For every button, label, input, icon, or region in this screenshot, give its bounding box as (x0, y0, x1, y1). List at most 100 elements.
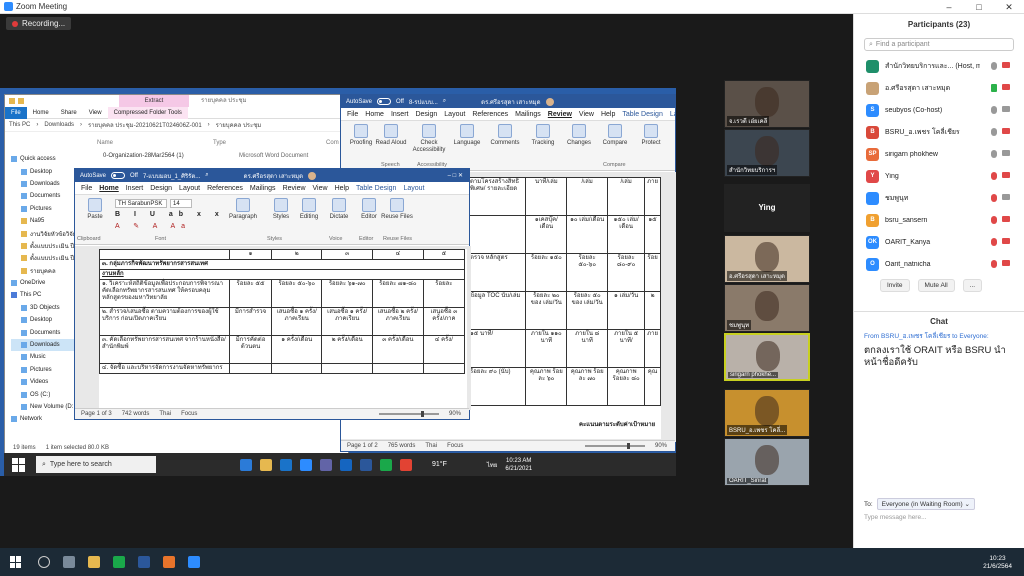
language[interactable]: Thai (425, 443, 437, 449)
video-tile[interactable]: BSRU_อ.เพชร โคลี่... (724, 389, 810, 437)
zoom-icon[interactable] (188, 556, 200, 568)
search-icon[interactable]: ⌕ (205, 172, 208, 179)
tab-home[interactable]: Home (365, 111, 384, 118)
tab-view[interactable]: View (83, 110, 108, 116)
weather[interactable]: 91°F (432, 461, 447, 468)
zoom-icon[interactable] (300, 458, 312, 471)
language[interactable]: Thai (159, 411, 171, 417)
changes-button[interactable]: Changes (563, 124, 595, 147)
dictate-button[interactable]: Dictate (323, 198, 355, 221)
document-page[interactable]: ๑๒๓๔๕๓. กลุ่มภารกิจพัฒนาทรัพยากรสารสนเทศ… (99, 249, 467, 409)
address-bar[interactable]: This PC › Downloads › รายบุคคล ประชุม-20… (5, 119, 348, 132)
column-type[interactable]: Type (213, 140, 226, 146)
tab-references[interactable]: References (207, 185, 243, 192)
windows-start-icon[interactable] (12, 457, 26, 472)
check-accessibility-button[interactable]: Check Accessibility (413, 124, 445, 154)
tab-file[interactable]: File (81, 185, 92, 192)
tab-insert[interactable]: Insert (391, 111, 409, 118)
firefox-icon[interactable] (163, 556, 175, 568)
chrome-icon[interactable] (400, 458, 412, 471)
folder-icon[interactable] (88, 556, 100, 568)
tab-design[interactable]: Design (415, 111, 437, 118)
zoom-slider[interactable] (584, 443, 645, 449)
participant-row[interactable]: B BSRU_อ.เพชร โคลี่เชียร (854, 121, 1024, 143)
word-icon[interactable] (360, 458, 372, 471)
window-controls[interactable]: – □ ✕ (448, 172, 469, 179)
word-icon[interactable] (138, 556, 150, 568)
teams-icon[interactable] (320, 458, 332, 471)
edge-icon[interactable] (240, 458, 252, 471)
tab-view[interactable]: View (579, 111, 594, 118)
column-name[interactable]: Name (97, 140, 113, 146)
proofing-button[interactable]: Proofing (345, 124, 377, 147)
chat-message-input[interactable]: Type message here... (864, 514, 927, 521)
tab-compressed-folder-tools[interactable]: Compressed Folder Tools (107, 106, 188, 119)
breadcrumb-zip[interactable]: รายบุคคล ประชุม-20210621T024606Z-001 (88, 120, 202, 130)
recording-indicator[interactable]: Recording... (6, 17, 72, 30)
video-tile[interactable]: อ.ศรีอรสุดา เสาะหมุด (724, 235, 810, 283)
font-size-select[interactable]: 14 (170, 199, 192, 208)
tab-view[interactable]: View (313, 185, 328, 192)
tab-mailings[interactable]: Mailings (515, 111, 541, 118)
avatar[interactable] (545, 97, 554, 106)
extract-tab[interactable]: Extract (119, 95, 189, 107)
folder-icon[interactable] (260, 458, 272, 471)
close-button[interactable]: ✕ (994, 0, 1024, 14)
read-aloud-button[interactable]: Read Aloud (375, 124, 407, 147)
maximize-button[interactable]: □ (964, 0, 994, 14)
compare-button[interactable]: Compare (599, 124, 631, 147)
taskbar-search[interactable]: ⌕ Type here to search (36, 456, 156, 473)
video-tile[interactable]: จ.เรวดี เอ๋ยเคลี (724, 80, 810, 128)
focus-button[interactable]: Focus (447, 443, 463, 449)
recipient-select[interactable]: Everyone (in Waiting Room) ⌄ (876, 498, 975, 510)
zoom-level[interactable]: 90% (449, 411, 469, 417)
file-item[interactable]: 0-Organization-28Mar2564 (1) Microsoft W… (103, 153, 308, 159)
language-button[interactable]: Language (451, 124, 483, 147)
editing-button[interactable]: Editing (293, 198, 325, 221)
shared-clock[interactable]: 10:23 AM 6/21/2021 (505, 457, 532, 473)
minimize-button[interactable]: – (934, 0, 964, 14)
font-name-select[interactable]: TH SarabunPSK (115, 199, 167, 208)
tab-review[interactable]: Review (283, 185, 306, 192)
tab-layout[interactable]: Layout (403, 185, 424, 192)
reuse-files-button[interactable]: Reuse Files (381, 198, 413, 221)
search-icon[interactable] (38, 556, 50, 568)
tab-layout[interactable]: Layout (670, 111, 675, 118)
tab-home[interactable]: Home (27, 110, 55, 116)
tab-insert[interactable]: Insert (126, 185, 144, 192)
windows-start-icon[interactable] (10, 556, 22, 568)
nav-item[interactable]: Quick access (11, 153, 91, 165)
invite-button[interactable]: Invite (880, 279, 910, 292)
participant-row[interactable]: Sseubyos (Co-host) (854, 99, 1024, 121)
task-view-icon[interactable] (63, 556, 75, 568)
protect-button[interactable]: Protect (635, 124, 667, 147)
more-button[interactable]: ... (962, 279, 983, 292)
format-buttons[interactable]: B I U ab x x (115, 211, 225, 218)
word-count[interactable]: 742 words (122, 411, 150, 417)
column-compressed[interactable]: Com (326, 140, 339, 146)
outlook-icon[interactable] (340, 458, 352, 471)
tab-table-design[interactable]: Table Design (356, 185, 396, 192)
tab-design[interactable]: Design (150, 185, 172, 192)
breadcrumb-this-pc[interactable]: This PC (9, 122, 30, 128)
zoom-level[interactable]: 90% (655, 443, 675, 449)
comments-button[interactable]: Comments (489, 124, 521, 147)
participant-row[interactable]: OK OARIT_Kanya (854, 231, 1024, 253)
participant-row[interactable]: O Oarit_natnicha (854, 253, 1024, 275)
breadcrumb-downloads[interactable]: Downloads (44, 122, 74, 128)
tab-home[interactable]: Home (99, 185, 118, 192)
tab-review[interactable]: Review (548, 111, 572, 118)
tab-references[interactable]: References (472, 111, 508, 118)
line-icon[interactable] (113, 556, 125, 568)
participant-row[interactable]: Y Ying (854, 165, 1024, 187)
tab-mailings[interactable]: Mailings (250, 185, 276, 192)
paste-button[interactable]: Paste (79, 198, 111, 221)
tab-file[interactable]: File (5, 106, 27, 119)
video-tile[interactable]: Ying (724, 184, 810, 232)
tab-layout[interactable]: Layout (179, 185, 200, 192)
font-color-buttons[interactable]: A ✎ A Aa (115, 222, 191, 230)
video-tile[interactable]: ชมพูนุท (724, 284, 810, 332)
focus-button[interactable]: Focus (181, 411, 197, 417)
participant-row[interactable]: SP sirigarn phokhew (854, 143, 1024, 165)
participant-row[interactable]: อ.ศรีอรสุดา เสาะหมุด (854, 77, 1024, 99)
